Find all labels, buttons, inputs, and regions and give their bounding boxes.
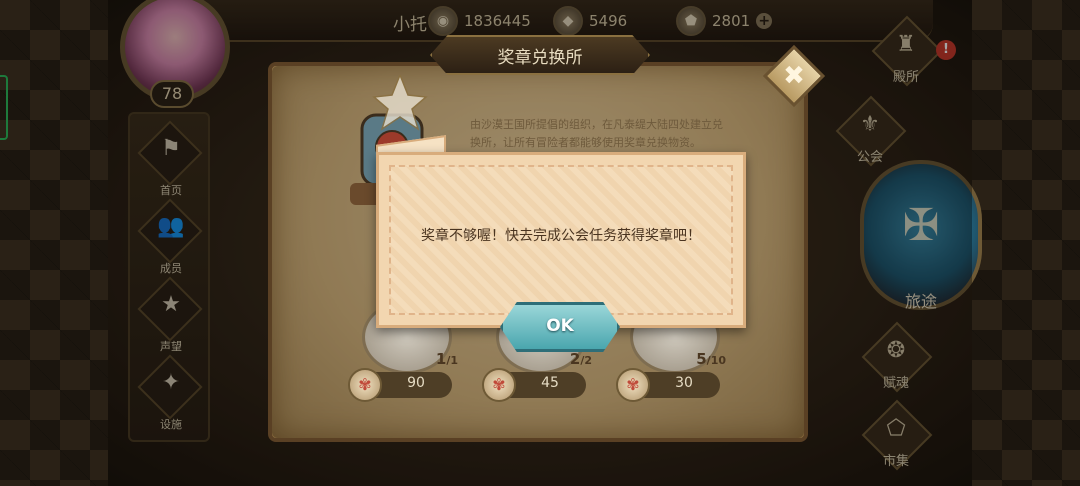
item-price: 30	[675, 375, 693, 391]
item-price: 45	[541, 375, 559, 391]
dialog-message: 奖章不够喔！快去完成公会任务获得奖章吧！	[421, 228, 701, 244]
medal-icon: ✾	[482, 368, 516, 402]
medal-icon: ✾	[616, 368, 650, 402]
item-owned: 5	[696, 350, 707, 368]
item-stock: 2/2	[570, 350, 592, 368]
ok-button-label[interactable]: OK	[500, 316, 620, 336]
close-icon[interactable]: ✖	[772, 54, 816, 98]
right-pattern-panel	[972, 0, 1080, 486]
item-owned: 1	[435, 350, 447, 368]
item-owned: 2	[569, 350, 581, 368]
shop-description: 由沙漠王国所提倡的组织，在凡泰缇大陆四处建立兑换所，让所有冒险者都能够使用奖章兑…	[470, 118, 723, 149]
item-price: 90	[407, 375, 425, 391]
panel-title: 奖章兑换所	[497, 48, 583, 68]
left-pattern-panel	[0, 0, 108, 486]
item-stock: 1/1	[436, 350, 458, 368]
medal-icon: ✾	[348, 368, 382, 402]
item-total: /2	[580, 354, 592, 367]
item-stock: 5/10	[696, 350, 726, 368]
item-total: /1	[446, 354, 458, 367]
item-total: /10	[706, 354, 726, 367]
side-handle[interactable]	[0, 75, 8, 140]
